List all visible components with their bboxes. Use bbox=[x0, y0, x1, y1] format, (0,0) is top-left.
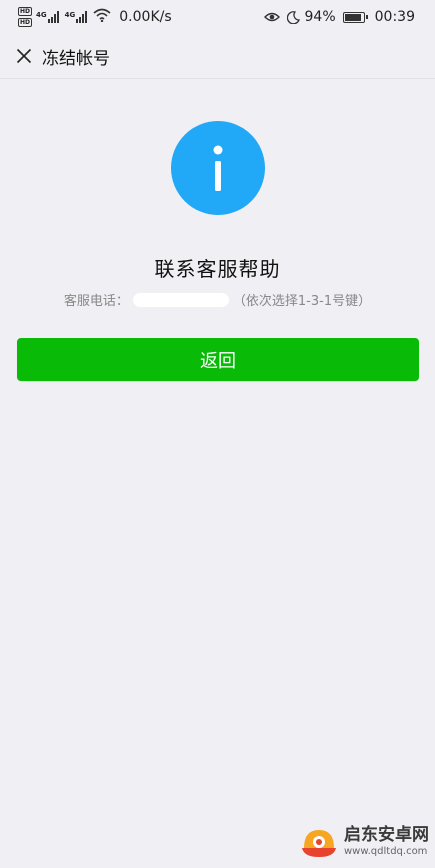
watermark-logo-icon bbox=[302, 830, 336, 857]
header-divider bbox=[0, 78, 435, 79]
close-button[interactable] bbox=[12, 44, 36, 68]
phone-info: 客服电话： （依次选择1-3-1号键） bbox=[0, 290, 435, 309]
eye-icon bbox=[263, 11, 280, 23]
help-title: 联系客服帮助 bbox=[154, 257, 281, 281]
back-button[interactable]: 返回 bbox=[17, 338, 419, 381]
close-icon bbox=[16, 48, 32, 64]
watermark: 启东安卓网 www.qdltdq.com bbox=[300, 826, 429, 858]
page-title: 冻结帐号 bbox=[42, 48, 110, 69]
hd-indicators: HD HD bbox=[18, 7, 33, 27]
info-icon bbox=[171, 121, 265, 215]
phone-hint: （依次选择1-3-1号键） bbox=[232, 294, 372, 309]
battery-icon bbox=[342, 11, 368, 23]
back-button-label: 返回 bbox=[200, 350, 236, 372]
status-right: 94% 00:39 bbox=[257, 0, 415, 34]
wifi-icon bbox=[93, 8, 111, 26]
moon-icon bbox=[286, 10, 300, 24]
status-time: 00:39 bbox=[374, 9, 415, 25]
network-type-label: 4G bbox=[64, 11, 76, 19]
network-speed: 0.00K/s bbox=[119, 9, 172, 25]
status-left: HD HD 4G 4G 0.00K/s bbox=[18, 0, 172, 34]
network-type-label: 4G bbox=[36, 11, 47, 19]
top-bar: 冻结帐号 bbox=[0, 34, 435, 78]
hd-badge: HD bbox=[18, 18, 33, 27]
phone-label: 客服电话： bbox=[63, 294, 129, 309]
watermark-name: 启东安卓网 bbox=[344, 825, 429, 845]
watermark-url: www.qdltdq.com bbox=[344, 846, 428, 857]
signal-icon: 4G bbox=[65, 11, 88, 23]
phone-number-redacted bbox=[132, 292, 229, 307]
hd-badge: HD bbox=[18, 7, 33, 16]
battery-percent: 94% bbox=[304, 9, 336, 25]
signal-icon: 4G bbox=[36, 11, 59, 23]
status-bar: HD HD 4G 4G 0.00K/s 94% 00:39 bbox=[0, 0, 435, 34]
